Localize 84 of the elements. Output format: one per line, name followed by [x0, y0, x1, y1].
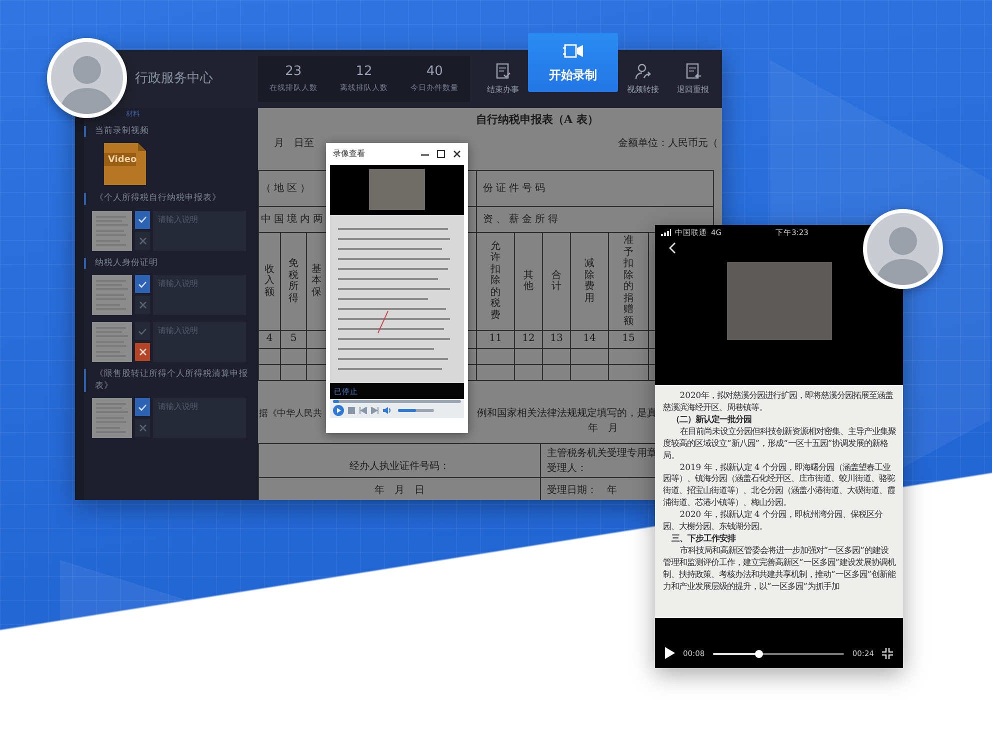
- stat-value: 40: [426, 65, 443, 80]
- form-cell-text: 经办人执业证件号码：: [350, 460, 450, 474]
- close-icon: [138, 424, 146, 432]
- form-cell-text: 资、薪金所得: [483, 212, 561, 227]
- progress-thumb[interactable]: [754, 650, 763, 658]
- check-icon: [138, 404, 147, 411]
- toolbar-button[interactable]: 视频转接: [618, 50, 668, 108]
- person-arrow-icon: [634, 62, 652, 80]
- section-title: 纳税人身份证明: [84, 258, 248, 270]
- form-cell-text: 受理日期： 年: [547, 484, 617, 498]
- form-cell-text: 其他: [523, 270, 534, 292]
- close-icon[interactable]: [453, 150, 461, 158]
- document-paragraph: 2020 年，拟新认定 4 个分园，即杭州湾分园、保税区分园、大榭分园、东钱湖分园。: [663, 509, 884, 534]
- approve-button[interactable]: [135, 398, 150, 416]
- document-paragraph: 市科技局和高新区管委会将进一步加强对“一区多园”的建设管理和监测评价工作，建立完善高新区“一区多园”建设发展协调机制、扶持政策、考核办法和共建共享机制，推动“一区多园”创新能力和产业发展层级的提升，以“一区多园”为抓手加: [663, 544, 896, 593]
- declaration-text: 据《中华人民共: [259, 408, 323, 420]
- form-cell-text: 受理人：: [547, 462, 587, 476]
- return-document-icon: [684, 62, 702, 80]
- speaker-icon[interactable]: [383, 407, 391, 414]
- document-paragraph: 三、下步工作安排: [670, 533, 737, 545]
- play-icon[interactable]: [665, 647, 675, 659]
- file-label: Video: [108, 154, 137, 168]
- form-title: 自行纳税申报表（A 表）: [475, 112, 600, 128]
- form-cell-text: 15: [622, 333, 635, 344]
- form-cell-text: 允许扣除的税费: [490, 240, 501, 322]
- form-cell-text: 年 月 日: [374, 484, 424, 498]
- video-frame-placeholder: [369, 169, 425, 210]
- back-icon[interactable]: [669, 242, 676, 254]
- document-thumbnail[interactable]: [92, 322, 132, 362]
- progress-fill[interactable]: [333, 400, 340, 403]
- stat-value: 23: [285, 65, 302, 80]
- toolbar-button[interactable]: 结束办事: [478, 50, 528, 108]
- form-cell-text: 减除费用: [584, 258, 595, 304]
- document-paragraph: 2020年，拟对慈溪分园进行扩园，即将慈溪分园拓展至涵盖慈溪滨海经开区、周巷镇等。: [663, 390, 894, 414]
- document-thumbnail[interactable]: [92, 275, 132, 316]
- document-thumbnail[interactable]: [92, 210, 132, 251]
- document-paragraph: （二）新认定一批分园: [670, 414, 752, 426]
- section-title: 《个人所得税自行纳税申报表》: [84, 193, 248, 205]
- maximize-icon[interactable]: [437, 150, 445, 158]
- sign-date: 年 月: [588, 422, 618, 436]
- signal-icon: [661, 229, 671, 236]
- window-title: 录像查看: [333, 148, 365, 160]
- progress-track[interactable]: [333, 400, 461, 403]
- form-cell-text: 4: [266, 333, 273, 344]
- close-icon: [138, 301, 146, 310]
- exit-fullscreen-icon[interactable]: [882, 648, 893, 659]
- check-icon: [138, 328, 147, 335]
- volume-slider[interactable]: [398, 409, 434, 412]
- next-icon[interactable]: [371, 407, 379, 414]
- form-period: 月 日至: [274, 137, 314, 151]
- form-cell-text: 份证件号码: [483, 182, 548, 196]
- form-unit: 金额单位：人民币元（: [618, 136, 718, 151]
- toolbar-button[interactable]: 退回重报: [668, 50, 718, 108]
- form-cell-text: 11: [489, 333, 502, 344]
- document-paragraph: 在目前尚未设立分园但科技创新资源相对密集、主导产业集聚度较高的区域设立“新八园”，形成“一区十五园”协调发展的新格局。: [663, 426, 896, 462]
- app-title: 行政服务中心: [134, 70, 214, 88]
- section-title: 《限售股转让所得个人所得税清算申报表》: [84, 369, 248, 392]
- approve-button[interactable]: [135, 275, 150, 294]
- form-cell-text: 免税所得: [288, 258, 299, 304]
- document-paragraph: 2019 年，拟新认定 4 个分园，即海曙分园（涵盖望春工业园等）、镇海分园（涵盖石化经开区、庄市街道、蛟川街道、骆驼街道、招宝山街道等）、北仑分园（涵盖小港街道、大碶街道、霞浦街道、芯港小镇等）、梅山分园。: [663, 462, 896, 510]
- form-cell-text: 中国境内两: [261, 212, 326, 227]
- approve-button[interactable]: [135, 210, 150, 229]
- previous-icon[interactable]: [359, 407, 367, 414]
- form-cell-text: 12: [522, 333, 535, 344]
- form-cell-text: （地区）: [261, 182, 313, 196]
- video-file-icon[interactable]: [104, 143, 146, 186]
- form-cell-text: 准予扣除的捐赠额: [623, 235, 634, 327]
- check-icon: [138, 280, 147, 288]
- form-cell-text: 基本保: [311, 264, 322, 298]
- check-document-icon: [494, 62, 512, 80]
- form-cell-text: 5: [290, 333, 297, 344]
- form-cell-text: 14: [583, 333, 596, 344]
- document-thumbnail[interactable]: [92, 398, 132, 438]
- form-cell-text: 收入额: [264, 264, 275, 298]
- toolbar-button[interactable]: 开始录制: [528, 33, 618, 92]
- section-title: 当前录制视频: [84, 126, 248, 138]
- form-cell-text: 合计: [551, 270, 562, 292]
- stat-value: 12: [356, 65, 372, 80]
- video-camera-icon: [563, 42, 583, 60]
- reject-button[interactable]: [135, 343, 150, 362]
- check-icon: [138, 216, 147, 224]
- form-cell-text: 13: [550, 333, 563, 344]
- close-icon: [138, 348, 146, 356]
- close-icon: [138, 236, 146, 245]
